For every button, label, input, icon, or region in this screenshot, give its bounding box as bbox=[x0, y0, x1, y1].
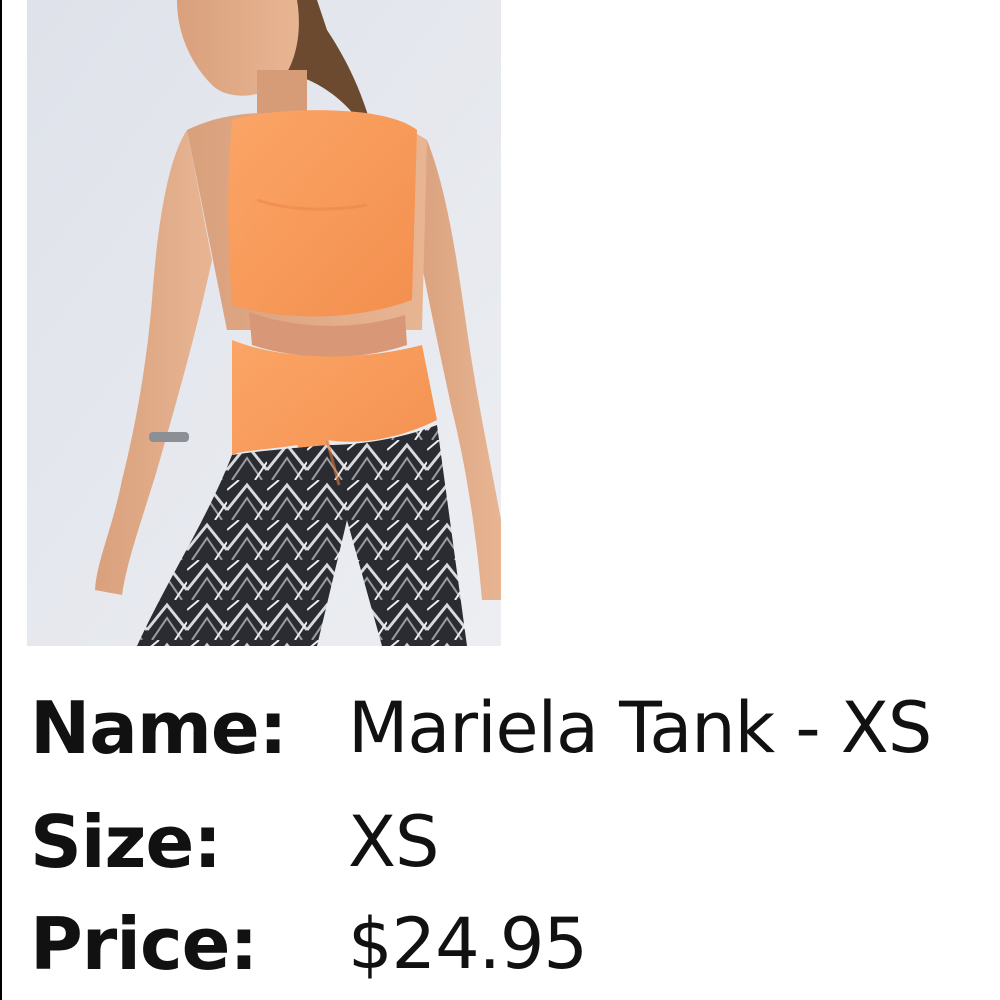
product-card: Name: Mariela Tank - XS Size: XS Price: … bbox=[0, 0, 1000, 1000]
price-value: $24.95 bbox=[348, 903, 588, 985]
detail-row-price: Price: $24.95 bbox=[30, 894, 990, 1000]
size-label: Size: bbox=[30, 800, 222, 884]
size-value: XS bbox=[348, 801, 439, 883]
product-photo-illustration bbox=[27, 0, 501, 646]
detail-row-name: Name: Mariela Tank - XS bbox=[30, 678, 990, 792]
name-value: Mariela Tank - XS bbox=[348, 687, 932, 769]
left-border bbox=[0, 0, 2, 1000]
price-label: Price: bbox=[30, 902, 258, 986]
product-image[interactable] bbox=[27, 0, 501, 646]
name-label: Name: bbox=[30, 686, 287, 770]
product-details: Name: Mariela Tank - XS Size: XS Price: … bbox=[30, 678, 990, 1000]
detail-row-size: Size: XS bbox=[30, 792, 990, 894]
